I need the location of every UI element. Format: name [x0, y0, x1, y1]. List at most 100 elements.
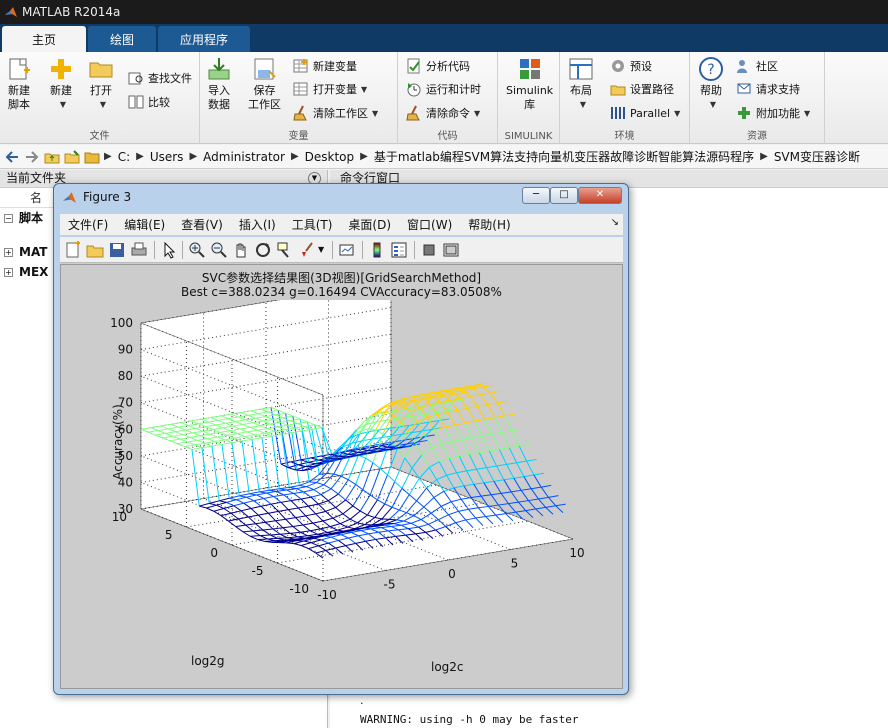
- surface-mesh-line: [521, 488, 532, 491]
- menu-desktop[interactable]: 桌面(D): [348, 216, 391, 233]
- surface-plot[interactable]: 304050607080901001050-5-10 -10-50510: [61, 300, 622, 689]
- show-plot-tools-icon[interactable]: [442, 241, 460, 259]
- surface-mesh-line: [493, 479, 504, 482]
- expand-icon[interactable]: +: [4, 247, 13, 257]
- surface-mesh-line: [518, 501, 527, 511]
- breadcrumb-item[interactable]: Desktop: [305, 150, 355, 164]
- back-arrow-icon[interactable]: [4, 149, 20, 165]
- legend-icon[interactable]: [390, 241, 408, 259]
- new-button[interactable]: 新建 ▼: [48, 56, 74, 112]
- expand-icon[interactable]: +: [4, 267, 13, 277]
- rotate-3d-icon[interactable]: [254, 241, 272, 259]
- surface-mesh-line: [494, 417, 503, 433]
- preferences-button[interactable]: 预设: [610, 56, 652, 76]
- gear-icon: [612, 60, 624, 72]
- up-folder-icon[interactable]: [44, 149, 60, 165]
- chevron-down-icon: ▼: [474, 108, 481, 118]
- data-cursor-icon[interactable]: [276, 241, 294, 259]
- clear-workspace-button[interactable]: 清除工作区 ▼: [293, 103, 378, 123]
- run-and-time-button[interactable]: 运行和计时: [406, 79, 481, 99]
- surface-mesh-line: [545, 507, 554, 515]
- brush-dropdown-icon[interactable]: ▼: [318, 241, 336, 259]
- surface-mesh-line: [460, 396, 471, 399]
- surface-mesh-line: [528, 500, 537, 510]
- collapse-icon[interactable]: −: [4, 213, 13, 223]
- new-script-button[interactable]: 新建 脚本: [6, 56, 32, 112]
- menu-tools[interactable]: 工具(T): [292, 216, 333, 233]
- browse-folder-icon[interactable]: [64, 149, 80, 165]
- broom-icon: [293, 105, 307, 121]
- surface-mesh-line: [382, 518, 390, 520]
- toolbar-separator: [154, 241, 155, 259]
- tab-home[interactable]: 主页: [2, 26, 87, 52]
- surface-mesh-line: [513, 476, 524, 479]
- hide-plot-tools-icon[interactable]: [420, 241, 438, 259]
- new-figure-icon[interactable]: [64, 241, 82, 259]
- menu-window[interactable]: 窗口(W): [407, 216, 452, 233]
- menu-view[interactable]: 查看(V): [181, 216, 223, 233]
- surface-mesh-line: [508, 447, 518, 463]
- brush-icon[interactable]: [298, 241, 316, 259]
- new-variable-button[interactable]: 新建变量: [293, 56, 357, 76]
- surface-mesh-line: [453, 485, 464, 489]
- zoom-out-icon[interactable]: [210, 241, 228, 259]
- save-workspace-button[interactable]: 保存 工作区: [248, 56, 281, 112]
- surface-mesh-line: [449, 455, 460, 460]
- save-icon[interactable]: [108, 241, 126, 259]
- print-icon[interactable]: [130, 241, 148, 259]
- breadcrumb-separator-icon: ▶: [189, 151, 198, 162]
- dock-arrow-icon[interactable]: ↘: [611, 217, 619, 228]
- surface-mesh-line: [482, 384, 494, 388]
- find-files-button[interactable]: 查找文件: [128, 68, 192, 88]
- open-variable-button[interactable]: 打开变量 ▼: [293, 79, 367, 99]
- breadcrumb-separator-icon: ▶: [104, 151, 112, 162]
- tab-apps[interactable]: 应用程序: [158, 26, 251, 52]
- help-button[interactable]: ? 帮助 ▼: [698, 56, 724, 112]
- tab-plots[interactable]: 绘图: [88, 26, 157, 52]
- addons-button[interactable]: 附加功能 ▼: [736, 103, 810, 123]
- menu-insert[interactable]: 插入(I): [239, 216, 276, 233]
- compare-button[interactable]: 比较: [128, 92, 170, 112]
- community-button[interactable]: 社区: [736, 56, 778, 76]
- surface-mesh-line: [535, 508, 544, 517]
- colorbar-icon[interactable]: [368, 241, 386, 259]
- clear-commands-button[interactable]: 清除命令 ▼: [406, 103, 480, 123]
- surface-mesh-line: [481, 494, 492, 497]
- pan-hand-icon[interactable]: [232, 241, 250, 259]
- surface-mesh-line: [473, 484, 482, 497]
- minimize-button[interactable]: ─: [522, 187, 550, 204]
- breadcrumb-item[interactable]: 基于matlab编程SVM算法支持向量机变压器故障诊断智能算法源码程序: [374, 148, 754, 165]
- breadcrumb-item[interactable]: Users: [150, 150, 184, 164]
- parallel-button[interactable]: Parallel ▼: [610, 103, 680, 123]
- simulink-library-button[interactable]: Simulink 库: [506, 56, 553, 112]
- x-tick-label: -10: [317, 588, 337, 602]
- breadcrumb-item[interactable]: C:: [118, 150, 130, 164]
- open-file-icon[interactable]: [86, 241, 104, 259]
- menu-file[interactable]: 文件(F): [68, 216, 108, 233]
- import-data-button[interactable]: 导入 数据: [206, 56, 232, 112]
- menu-edit[interactable]: 编辑(E): [124, 216, 165, 233]
- chevron-down-icon: ▼: [709, 100, 717, 109]
- layout-button[interactable]: 布局 ▼: [568, 56, 594, 112]
- request-support-button[interactable]: 请求支持: [736, 79, 800, 99]
- close-button[interactable]: ✕: [578, 187, 622, 204]
- maximize-button[interactable]: □: [550, 187, 578, 204]
- link-plot-icon[interactable]: [338, 241, 356, 259]
- y-tick-label: -5: [252, 564, 264, 578]
- code-group: 分析代码 运行和计时 清除命令 ▼ 代码: [398, 52, 498, 144]
- select-arrow-icon[interactable]: [160, 241, 178, 259]
- surface-mesh-line: [540, 486, 549, 498]
- plot-area[interactable]: SVC参数选择结果图(3D视图)[GridSearchMethod] Best …: [60, 264, 623, 689]
- set-path-button[interactable]: 设置路径: [610, 79, 674, 99]
- zoom-in-icon[interactable]: [188, 241, 206, 259]
- surface-mesh-line: [476, 467, 487, 470]
- surface-mesh-line: [488, 504, 499, 507]
- breadcrumb-item[interactable]: SVM变压器诊断: [774, 148, 860, 165]
- surface-mesh-line: [500, 493, 509, 504]
- figure-window[interactable]: Figure 3 ─ □ ✕ 文件(F) 编辑(E) 查看(V) 插入(I) 工…: [53, 183, 629, 695]
- open-button[interactable]: 打开 ▼: [88, 56, 114, 112]
- menu-help[interactable]: 帮助(H): [468, 216, 510, 233]
- forward-arrow-icon[interactable]: [24, 149, 40, 165]
- analyze-code-button[interactable]: 分析代码: [406, 56, 470, 76]
- breadcrumb-item[interactable]: Administrator: [203, 150, 285, 164]
